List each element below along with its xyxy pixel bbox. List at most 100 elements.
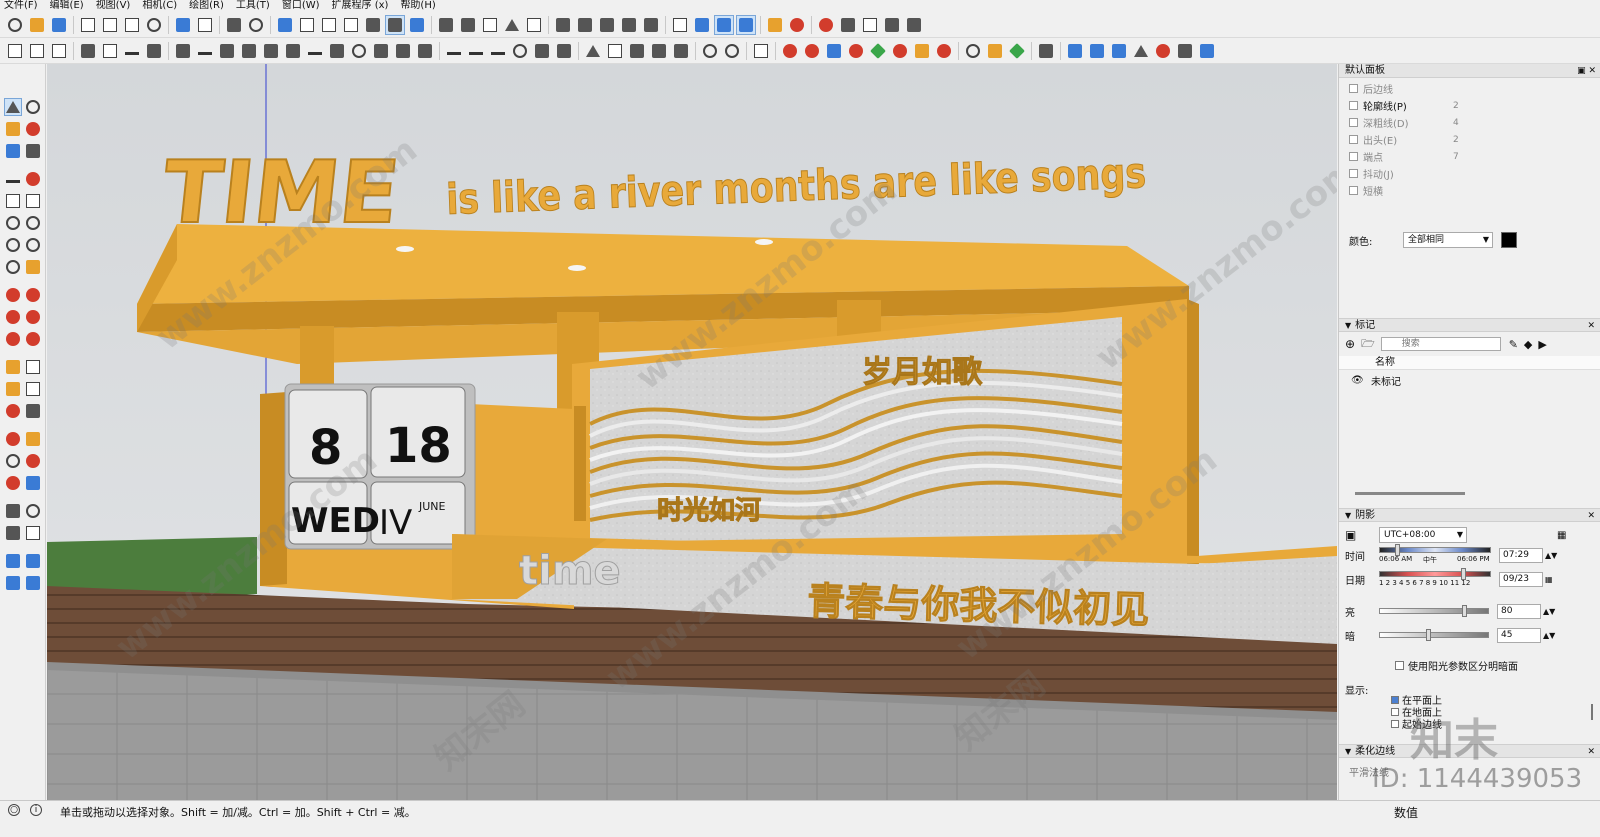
section-cut-button[interactable] bbox=[597, 15, 617, 35]
plugin-4-button[interactable] bbox=[78, 41, 98, 61]
xray-button[interactable] bbox=[275, 15, 295, 35]
text-tool[interactable] bbox=[25, 380, 43, 398]
view-3d-button[interactable] bbox=[692, 15, 712, 35]
eraser-tool[interactable] bbox=[25, 120, 43, 138]
plugin-3-button[interactable] bbox=[49, 41, 69, 61]
plugin-1-button[interactable] bbox=[5, 41, 25, 61]
zoom-extents-tool[interactable] bbox=[4, 474, 22, 492]
view-3d-active-button[interactable] bbox=[714, 14, 734, 35]
back-view-button[interactable] bbox=[524, 15, 544, 35]
3d-text-tool[interactable] bbox=[25, 402, 43, 420]
plugin-42-button[interactable] bbox=[963, 41, 983, 61]
plugin-11-button[interactable] bbox=[239, 41, 259, 61]
section-fill-button[interactable] bbox=[619, 15, 639, 35]
plugin-31-button[interactable] bbox=[700, 41, 720, 61]
menu-edit[interactable]: 编辑(E) bbox=[50, 0, 84, 12]
undo-button[interactable] bbox=[173, 15, 193, 35]
offset-tool[interactable] bbox=[25, 330, 43, 348]
pencil-icon[interactable]: ✎ bbox=[1509, 338, 1518, 351]
plugin-27-button[interactable] bbox=[605, 41, 625, 61]
plugin-47-button[interactable] bbox=[1087, 41, 1107, 61]
open-file-button[interactable] bbox=[27, 15, 47, 35]
details-icon[interactable]: ▶ bbox=[1538, 338, 1546, 351]
checkbox[interactable] bbox=[1391, 720, 1399, 728]
plugin-20-button[interactable] bbox=[444, 41, 464, 61]
geo-location-icon[interactable]: ○ bbox=[8, 804, 20, 816]
home-view-button[interactable] bbox=[502, 15, 522, 35]
erase-selection-button[interactable] bbox=[144, 15, 164, 35]
plugin-9-button[interactable] bbox=[195, 41, 215, 61]
edge-option-back[interactable]: 后边线 bbox=[1339, 80, 1600, 97]
plugin-10-button[interactable] bbox=[217, 41, 237, 61]
look-around-tool[interactable] bbox=[25, 502, 43, 520]
save-button[interactable] bbox=[49, 15, 69, 35]
plugin-21-button[interactable] bbox=[466, 41, 486, 61]
checkbox[interactable] bbox=[1349, 152, 1358, 161]
plugin-8-button[interactable] bbox=[173, 41, 193, 61]
sandbox-tool[interactable] bbox=[4, 552, 22, 570]
circle-tool[interactable] bbox=[4, 214, 22, 232]
info-icon[interactable]: i bbox=[30, 804, 42, 816]
plugin-14-button[interactable] bbox=[305, 41, 325, 61]
plugin-45-button[interactable] bbox=[1036, 41, 1056, 61]
menu-file[interactable]: 文件(F) bbox=[4, 0, 38, 12]
plugin-44-button[interactable] bbox=[1007, 41, 1027, 61]
plugin-17-button[interactable] bbox=[371, 41, 391, 61]
pencil-tool[interactable] bbox=[25, 142, 43, 160]
three-point-arc-tool[interactable] bbox=[4, 258, 22, 276]
date-slider[interactable]: 1 2 3 4 5 6 7 8 9 10 11 12 bbox=[1379, 568, 1491, 590]
plugin-5-button[interactable] bbox=[100, 41, 120, 61]
redo-button[interactable] bbox=[195, 15, 215, 35]
plugin-35-button[interactable] bbox=[802, 41, 822, 61]
plugin-13-button[interactable] bbox=[283, 41, 303, 61]
scale-tool[interactable] bbox=[4, 330, 22, 348]
materials-button[interactable] bbox=[765, 15, 785, 35]
stamp-tool[interactable] bbox=[4, 574, 22, 592]
plugin-28-button[interactable] bbox=[627, 41, 647, 61]
color-by-tag-icon[interactable]: ◆ bbox=[1524, 338, 1532, 351]
zoom-tool[interactable] bbox=[4, 452, 22, 470]
plugin-18-button[interactable] bbox=[393, 41, 413, 61]
copy-button[interactable] bbox=[100, 15, 120, 35]
light-input[interactable]: 80 bbox=[1497, 603, 1541, 619]
color-select[interactable]: 全部相同 ▼ bbox=[1403, 232, 1493, 248]
close-icon[interactable]: ✕ bbox=[1587, 745, 1595, 759]
plugin-26-button[interactable] bbox=[583, 41, 603, 61]
monochrome-button[interactable] bbox=[407, 15, 427, 35]
calendar-icon[interactable]: ▦ bbox=[1545, 575, 1553, 584]
share-model-button[interactable] bbox=[838, 15, 858, 35]
shadows-section-header[interactable]: ▼ 阴影 ✕ bbox=[1339, 508, 1600, 522]
plugin-2-button[interactable] bbox=[27, 41, 47, 61]
close-icon[interactable]: ✕ bbox=[1587, 509, 1595, 523]
hidden-line-button[interactable] bbox=[341, 15, 361, 35]
close-icon[interactable]: ✕ bbox=[1587, 319, 1595, 333]
drape-tool[interactable] bbox=[25, 574, 43, 592]
eye-icon[interactable]: 👁 bbox=[1351, 375, 1371, 386]
plugin-16-button[interactable] bbox=[349, 41, 369, 61]
top-view-button[interactable] bbox=[458, 15, 478, 35]
warehouse-button[interactable] bbox=[816, 15, 836, 35]
checkbox[interactable] bbox=[1349, 118, 1358, 127]
tag-row-untagged[interactable]: 👁 未标记 bbox=[1339, 372, 1600, 388]
dark-slider-knob[interactable] bbox=[1426, 629, 1431, 641]
section-plane-button[interactable] bbox=[575, 15, 595, 35]
plugin-46-button[interactable] bbox=[1065, 41, 1085, 61]
plugin-37-button[interactable] bbox=[846, 41, 866, 61]
tags-search-input[interactable]: 搜索 bbox=[1380, 337, 1501, 351]
spinner-icon[interactable]: ▲▼ bbox=[1545, 551, 1557, 560]
iso-view-button[interactable] bbox=[436, 15, 456, 35]
plugin-51-button[interactable] bbox=[1175, 41, 1195, 61]
plugin-39-button[interactable] bbox=[890, 41, 910, 61]
wireframe-button[interactable] bbox=[319, 15, 339, 35]
pan-tool[interactable] bbox=[25, 430, 43, 448]
plugin-6-button[interactable] bbox=[122, 41, 142, 61]
checkbox[interactable] bbox=[1391, 696, 1399, 704]
print-button[interactable] bbox=[224, 15, 244, 35]
plugin-12-button[interactable] bbox=[261, 41, 281, 61]
light-slider[interactable] bbox=[1379, 605, 1489, 617]
menu-help[interactable]: 帮助(H) bbox=[400, 0, 435, 12]
plugin-43-button[interactable] bbox=[985, 41, 1005, 61]
push-pull-tool[interactable] bbox=[25, 286, 43, 304]
edge-option-profile[interactable]: 轮廓线(P) 2 bbox=[1339, 97, 1600, 114]
front-view-button[interactable] bbox=[480, 15, 500, 35]
